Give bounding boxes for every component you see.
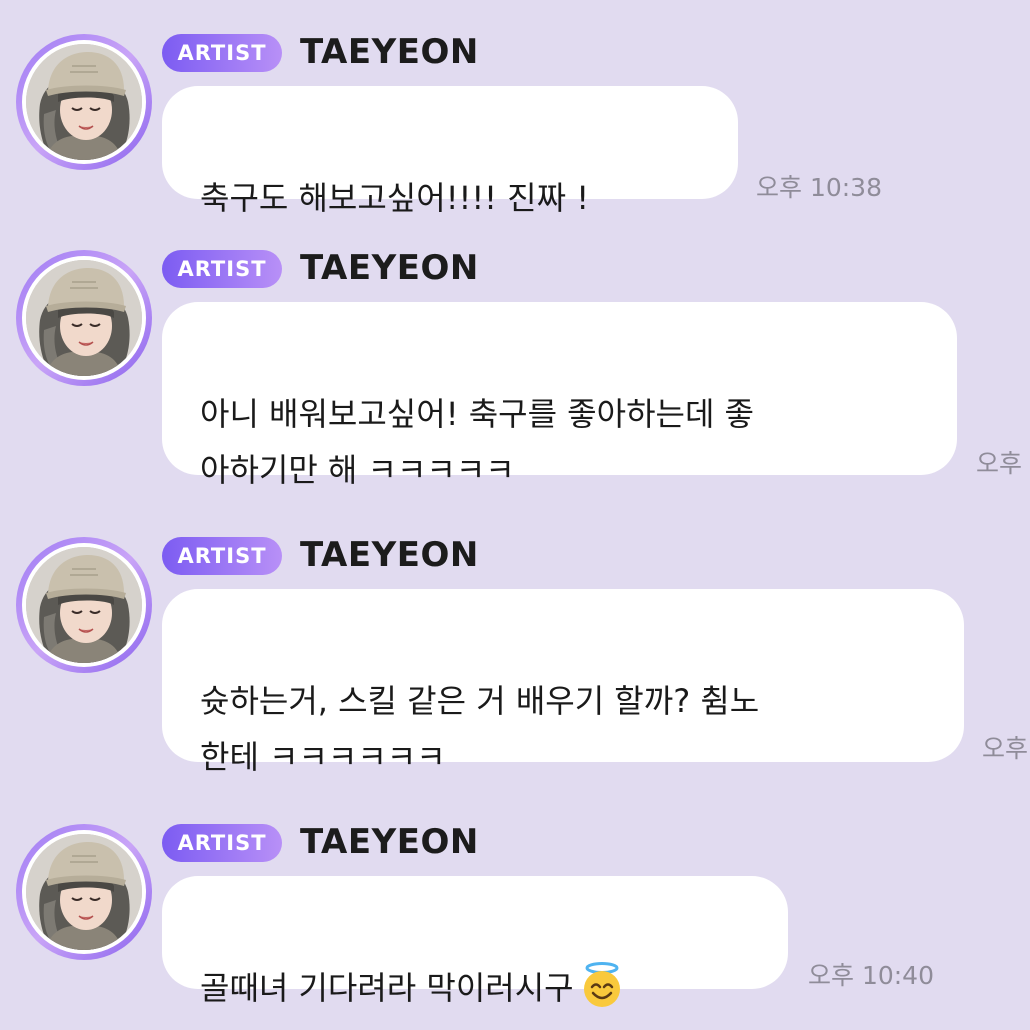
timestamp: 오후 10:38 [756, 173, 882, 202]
avatar[interactable] [16, 250, 152, 386]
artist-badge: ARTIST [162, 250, 282, 288]
avatar[interactable] [16, 34, 152, 170]
message-text: 슛하는거, 스킬 같은 거 배우기 할까? 췸노 한테 ㅋㅋㅋㅋㅋㅋ [200, 682, 760, 776]
taeyeon-avatar-icon [26, 547, 142, 663]
avatar[interactable] [16, 824, 152, 960]
message-text: 아니 배워보고싶어! 축구를 좋아하는데 좋 아하기만 해 ㅋㅋㅋㅋㅋ [200, 395, 754, 489]
sender-name: TAEYEON [300, 32, 479, 72]
avatar-ring [22, 543, 146, 667]
message-text: 골때녀 기다려라 막이러시구 [200, 969, 574, 1007]
sender-name: TAEYEON [300, 248, 479, 288]
avatar-ring [22, 830, 146, 954]
sender-name: TAEYEON [300, 822, 479, 862]
message-bubble[interactable]: 축구도 해보고싶어!!!! 진짜 ! [162, 86, 738, 217]
taeyeon-avatar-icon [26, 44, 142, 160]
taeyeon-avatar-icon [26, 260, 142, 376]
chat-message: ARTIST TAEYEON 아니 배워보고싶어! 축구를 좋아하는데 좋 아하… [0, 216, 1030, 489]
smiling-face-with-halo-emoji-icon [578, 961, 626, 1026]
taeyeon-avatar-icon [26, 834, 142, 950]
message-bubble[interactable]: 아니 배워보고싶어! 축구를 좋아하는데 좋 아하기만 해 ㅋㅋㅋㅋㅋ [162, 302, 957, 489]
timestamp: 오후 [976, 449, 1023, 478]
message-text: 축구도 해보고싶어!!!! 진짜 ! [200, 179, 590, 217]
message-bubble[interactable]: 슛하는거, 스킬 같은 거 배우기 할까? 췸노 한테 ㅋㅋㅋㅋㅋㅋ [162, 589, 964, 776]
message-bubble[interactable]: 골때녀 기다려라 막이러시구 [162, 876, 788, 1007]
chat-message: ARTIST TAEYEON 슛하는거, 스킬 같은 거 배우기 할까? 췸노 … [0, 503, 1030, 776]
artist-badge: ARTIST [162, 824, 282, 862]
artist-badge: ARTIST [162, 34, 282, 72]
artist-badge: ARTIST [162, 537, 282, 575]
avatar[interactable] [16, 537, 152, 673]
chat-message: ARTIST TAEYEON 축구도 해보고싶어!!!! 진짜 ! 오후 10:… [0, 0, 1030, 240]
avatar-ring [22, 256, 146, 380]
avatar-ring [22, 40, 146, 164]
sender-name: TAEYEON [300, 535, 479, 575]
timestamp: 오후 10:40 [808, 961, 934, 990]
chat-message: ARTIST TAEYEON 골때녀 기다려라 막이러시구 오후 10:40 [0, 790, 1030, 1030]
timestamp: 오후 [982, 734, 1029, 763]
